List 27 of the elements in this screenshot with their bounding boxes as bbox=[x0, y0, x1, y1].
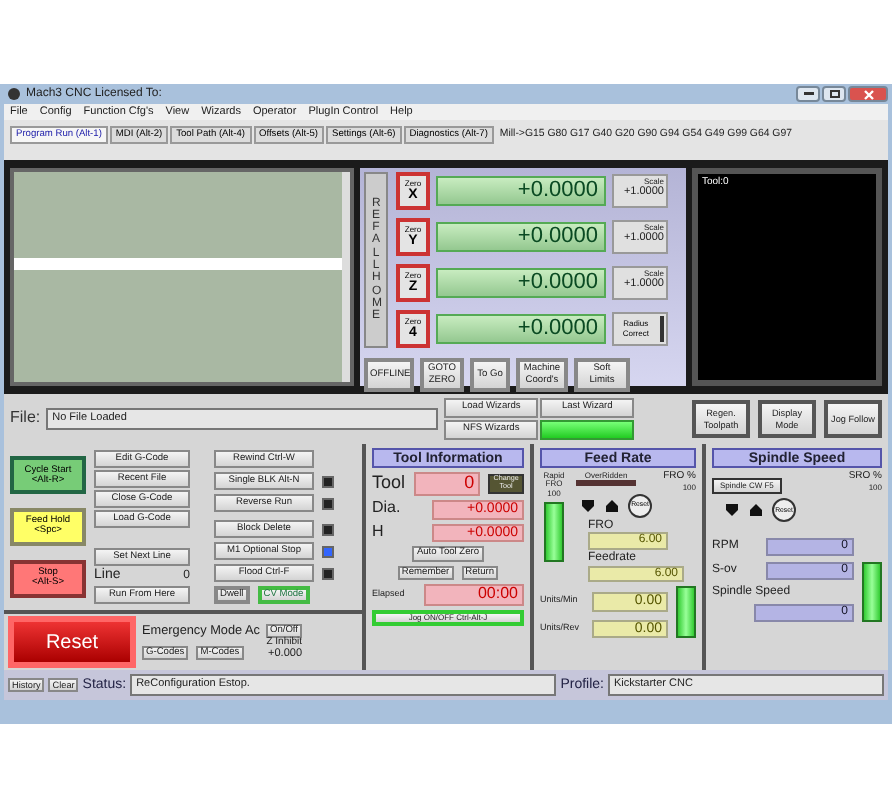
scrollbar[interactable] bbox=[342, 172, 350, 382]
elapsed-field: 00:00 bbox=[424, 583, 524, 606]
minimize-icon bbox=[803, 92, 813, 96]
reset-button[interactable]: Reset bbox=[8, 616, 136, 668]
axis-readout: +0.0000 bbox=[436, 176, 606, 206]
down-arrow-icon[interactable] bbox=[580, 497, 596, 514]
minimize-button[interactable] bbox=[796, 86, 820, 102]
tool-label: Tool bbox=[372, 474, 406, 494]
axis-readout: +0.0000 bbox=[436, 222, 606, 252]
close-button[interactable] bbox=[848, 86, 888, 102]
tool-number: 0 bbox=[413, 472, 481, 496]
up-arrow-icon[interactable] bbox=[604, 497, 620, 514]
h-label: H bbox=[372, 524, 384, 542]
close-icon bbox=[863, 89, 873, 99]
slider-handle[interactable] bbox=[862, 561, 882, 622]
dia-label: Dia. bbox=[372, 500, 401, 519]
maximize-icon bbox=[829, 90, 839, 98]
file-label: File: bbox=[10, 410, 41, 428]
axis-readout: +0.0000 bbox=[436, 268, 606, 298]
slider-handle[interactable] bbox=[544, 502, 564, 563]
status-light bbox=[540, 420, 635, 440]
slider-handle[interactable] bbox=[676, 586, 696, 639]
app-icon bbox=[8, 88, 20, 100]
axis-readout: +0.0000 bbox=[436, 314, 606, 344]
maximize-button[interactable] bbox=[822, 86, 846, 102]
up-arrow-icon[interactable] bbox=[748, 502, 764, 519]
down-arrow-icon[interactable] bbox=[724, 502, 740, 519]
